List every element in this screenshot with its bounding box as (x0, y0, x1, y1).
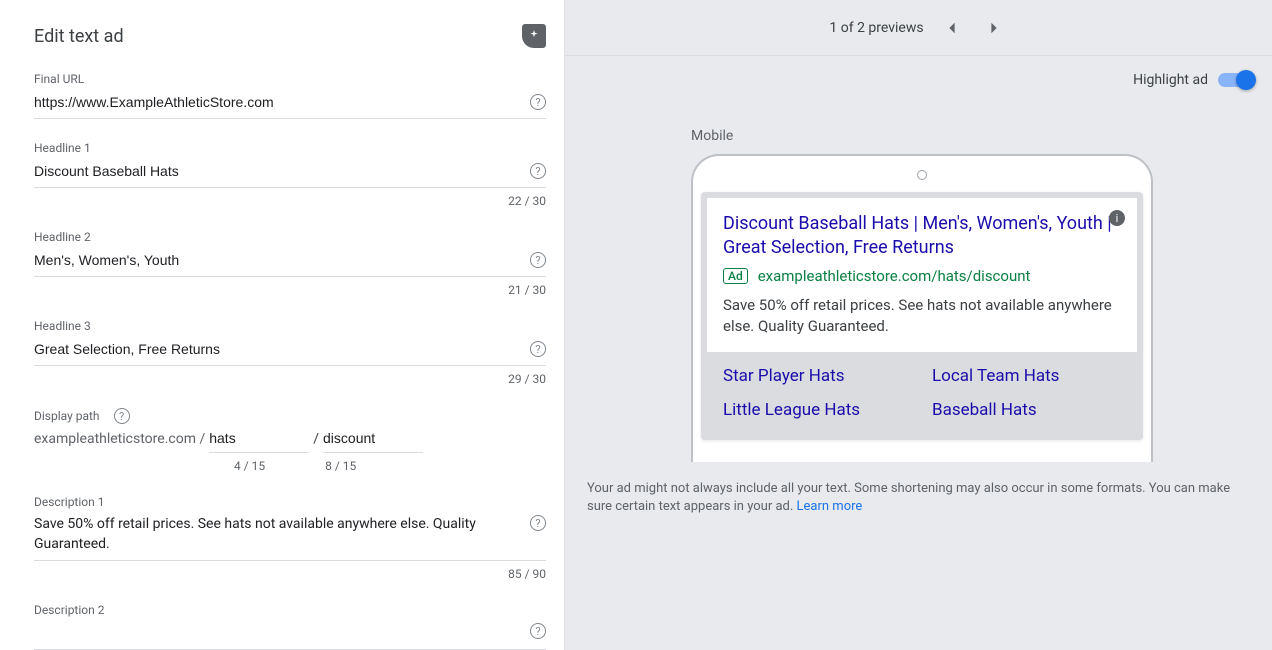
help-icon[interactable]: ? (530, 515, 546, 531)
mobile-label: Mobile (691, 128, 1254, 144)
chevron-right-icon (989, 21, 999, 35)
sitelink[interactable]: Star Player Hats (723, 366, 912, 386)
help-icon[interactable]: ? (530, 163, 546, 179)
desc2-label: Description 2 (34, 603, 546, 617)
sitelink[interactable]: Local Team Hats (932, 366, 1121, 386)
ad-display-url: exampleathleticstore.com/hats/discount (758, 267, 1031, 285)
headline3-input[interactable] (34, 339, 522, 359)
final-url-input[interactable] (34, 92, 522, 112)
learn-more-link[interactable]: Learn more (797, 499, 863, 514)
chevron-left-icon (947, 21, 957, 35)
headline2-counter: 21 / 30 (34, 283, 546, 297)
help-icon[interactable]: ? (530, 623, 546, 639)
help-icon[interactable]: ? (530, 252, 546, 268)
path2-counter: 8 / 15 (325, 459, 356, 473)
preview-count: 1 of 2 previews (829, 20, 923, 36)
desc2-input[interactable] (34, 623, 522, 643)
headline3-counter: 29 / 30 (34, 372, 546, 386)
phone-speaker-icon (917, 170, 927, 180)
headline1-input[interactable] (34, 161, 522, 181)
highlight-ad-toggle[interactable] (1218, 73, 1254, 87)
help-icon[interactable]: ? (530, 94, 546, 110)
headline1-label: Headline 1 (34, 141, 546, 155)
ad-description: Save 50% off retail prices. See hats not… (723, 295, 1121, 339)
display-path-label: Display path (34, 409, 100, 423)
ad-headline: Discount Baseball Hats | Men's, Women's,… (723, 212, 1121, 261)
desc1-input[interactable] (34, 515, 522, 554)
sparkle-icon[interactable] (522, 24, 546, 48)
desc1-counter: 85 / 90 (34, 567, 546, 581)
headline2-input[interactable] (34, 250, 522, 270)
sitelink[interactable]: Little League Hats (723, 400, 912, 420)
highlight-ad-label: Highlight ad (1133, 72, 1208, 88)
path1-counter: 4 / 15 (234, 459, 265, 473)
path1-input[interactable] (209, 428, 309, 453)
preview-panel: 1 of 2 previews Highlight ad Mobile i (565, 0, 1272, 650)
display-path-base: exampleathleticstore.com / (34, 431, 205, 447)
final-url-label: Final URL (34, 72, 546, 86)
help-icon[interactable]: ? (530, 341, 546, 357)
sitelink[interactable]: Baseball Hats (932, 400, 1121, 420)
desc1-label: Description 1 (34, 495, 546, 509)
phone-frame: i Discount Baseball Hats | Men's, Women'… (691, 154, 1153, 462)
next-button[interactable] (980, 14, 1008, 42)
preview-disclaimer: Your ad might not always include all you… (587, 462, 1254, 516)
page-title: Edit text ad (34, 26, 124, 47)
headline3-label: Headline 3 (34, 319, 546, 333)
path2-input[interactable] (323, 428, 423, 453)
ad-badge: Ad (723, 268, 748, 284)
path-separator: / (313, 431, 319, 447)
info-icon[interactable]: i (1109, 210, 1125, 226)
headline2-label: Headline 2 (34, 230, 546, 244)
ad-preview: i Discount Baseball Hats | Men's, Women'… (701, 192, 1143, 440)
help-icon[interactable]: ? (114, 408, 130, 424)
edit-panel: Edit text ad Final URL ? Headline 1 ? 22… (0, 0, 565, 650)
preview-toolbar: 1 of 2 previews (565, 0, 1272, 56)
prev-button[interactable] (938, 14, 966, 42)
headline1-counter: 22 / 30 (34, 194, 546, 208)
